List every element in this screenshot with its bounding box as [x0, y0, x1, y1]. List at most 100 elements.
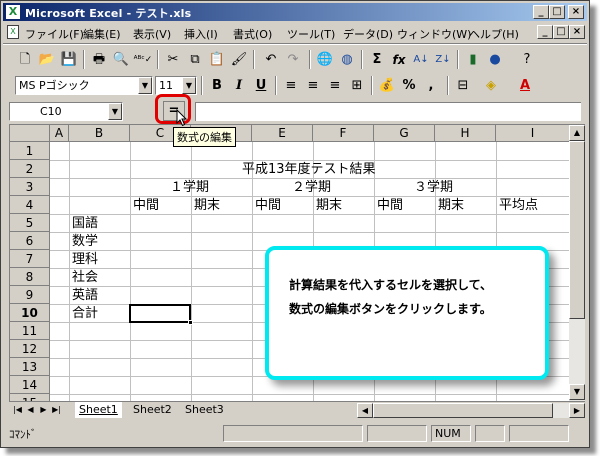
- font-name-combo[interactable]: MS Pゴシック ▼: [15, 76, 153, 95]
- vertical-scrollbar[interactable]: ▲ ▼: [569, 124, 585, 401]
- doc-close-button[interactable]: ×: [569, 25, 585, 39]
- name-box[interactable]: C10 ▼: [9, 102, 123, 121]
- doc-minimize-button[interactable]: _: [537, 25, 553, 39]
- prev-sheet-icon[interactable]: ◀: [24, 403, 37, 417]
- chevron-down-icon[interactable]: ▼: [182, 77, 196, 94]
- term2-header-cell[interactable]: ２学期: [292, 179, 331, 197]
- column-header-a[interactable]: A: [50, 125, 69, 142]
- chevron-down-icon[interactable]: ▼: [138, 77, 152, 94]
- menu-window[interactable]: ウィンドウ(W): [397, 26, 471, 42]
- help-icon[interactable]: ?: [517, 50, 537, 70]
- term3-header-cell[interactable]: ３学期: [414, 179, 453, 197]
- mid3-cell[interactable]: 中間: [377, 197, 403, 215]
- function-icon[interactable]: fx: [389, 50, 409, 70]
- percent-button[interactable]: %: [399, 76, 419, 96]
- horizontal-scrollbar[interactable]: ◀ ▶: [357, 403, 585, 418]
- fin3-cell[interactable]: 期末: [438, 197, 464, 215]
- menu-data[interactable]: データ(D): [343, 26, 393, 42]
- minimize-button[interactable]: _: [533, 5, 549, 19]
- row-header-14[interactable]: 14: [10, 376, 50, 394]
- fill-color-icon[interactable]: ◈: [481, 76, 501, 96]
- copy-icon[interactable]: ⧉: [185, 50, 205, 70]
- column-header-h[interactable]: H: [435, 125, 496, 142]
- underline-button[interactable]: U: [251, 76, 271, 96]
- web-icon[interactable]: ◍: [337, 50, 357, 70]
- italic-button[interactable]: I: [229, 76, 249, 96]
- formula-input[interactable]: [195, 102, 581, 121]
- average-header-cell[interactable]: 平均点: [499, 197, 538, 215]
- autosum-icon[interactable]: Σ: [367, 50, 387, 70]
- cut-icon[interactable]: ✂: [163, 50, 183, 70]
- row-header-15[interactable]: 15: [10, 394, 50, 401]
- sheet-title-cell[interactable]: 平成13年度テスト結果: [242, 161, 376, 179]
- spelling-icon[interactable]: ᴬᴮᶜ✓: [133, 50, 153, 70]
- column-header-f[interactable]: F: [313, 125, 374, 142]
- column-header-b[interactable]: B: [69, 125, 130, 142]
- subject-cell[interactable]: 社会: [72, 269, 98, 287]
- first-sheet-icon[interactable]: |◀: [11, 403, 24, 417]
- row-header-9[interactable]: 9: [10, 286, 50, 304]
- next-sheet-icon[interactable]: ▶: [37, 403, 50, 417]
- new-icon[interactable]: 🗋: [15, 50, 35, 70]
- doc-restore-button[interactable]: □: [553, 25, 569, 39]
- chart-wizard-icon[interactable]: ▮: [463, 50, 483, 70]
- workbook-icon[interactable]: X: [7, 25, 19, 39]
- undo-icon[interactable]: ↶: [261, 50, 281, 70]
- align-center-icon[interactable]: ≡: [303, 76, 323, 96]
- hyperlink-icon[interactable]: 🌐: [315, 50, 335, 70]
- chevron-down-icon[interactable]: ▼: [108, 103, 122, 120]
- row-header-11[interactable]: 11: [10, 322, 50, 340]
- column-header-i[interactable]: I: [496, 125, 569, 142]
- font-color-icon[interactable]: A: [515, 76, 535, 96]
- column-header-g[interactable]: G: [374, 125, 435, 142]
- menu-file[interactable]: ファイル(F): [25, 26, 84, 42]
- last-sheet-icon[interactable]: ▶|: [50, 403, 63, 417]
- subject-cell[interactable]: 理科: [72, 251, 98, 269]
- title-bar[interactable]: X Microsoft Excel - テスト.xls _ □ ×: [3, 3, 587, 21]
- sort-descending-icon[interactable]: Z↓: [433, 50, 453, 70]
- tab-sheet2[interactable]: Sheet2: [129, 402, 176, 418]
- currency-icon[interactable]: 💰: [377, 76, 397, 96]
- row-header-6[interactable]: 6: [10, 232, 50, 250]
- merge-center-icon[interactable]: ⊞: [347, 76, 367, 96]
- row-header-7[interactable]: 7: [10, 250, 50, 268]
- row-header-8[interactable]: 8: [10, 268, 50, 286]
- row-header-2[interactable]: 2: [10, 160, 50, 178]
- align-right-icon[interactable]: ≡: [325, 76, 345, 96]
- sort-ascending-icon[interactable]: A↓: [411, 50, 431, 70]
- print-icon[interactable]: 🖶: [89, 50, 109, 70]
- close-button[interactable]: ×: [568, 5, 584, 19]
- menu-view[interactable]: 表示(V): [133, 26, 171, 42]
- map-icon[interactable]: ●: [485, 50, 505, 70]
- open-icon[interactable]: 📂: [37, 50, 57, 70]
- tab-sheet1[interactable]: Sheet1: [75, 402, 122, 418]
- row-header-13[interactable]: 13: [10, 358, 50, 376]
- bold-button[interactable]: B: [207, 76, 227, 96]
- comma-button[interactable]: ,: [421, 76, 441, 96]
- font-size-combo[interactable]: 11 ▼: [155, 76, 197, 95]
- subject-cell[interactable]: 数学: [72, 233, 98, 251]
- menu-edit[interactable]: 編集(E): [83, 26, 121, 42]
- scroll-right-icon[interactable]: ▶: [569, 403, 585, 418]
- row-header-10[interactable]: 10: [10, 304, 50, 322]
- borders-icon[interactable]: ⊟: [453, 76, 473, 96]
- excel-app-icon[interactable]: X: [6, 5, 20, 19]
- row-header-4[interactable]: 4: [10, 196, 50, 214]
- term1-header-cell[interactable]: １学期: [170, 179, 209, 197]
- maximize-button[interactable]: □: [549, 5, 565, 19]
- fin2-cell[interactable]: 期末: [316, 197, 342, 215]
- paste-icon[interactable]: 📋: [207, 50, 227, 70]
- align-left-icon[interactable]: ≡: [281, 76, 301, 96]
- format-painter-icon[interactable]: 🖌: [229, 50, 249, 70]
- scroll-thumb[interactable]: [373, 403, 553, 418]
- print-preview-icon[interactable]: 🔍: [111, 50, 131, 70]
- scroll-left-icon[interactable]: ◀: [357, 403, 373, 418]
- menu-insert[interactable]: 挿入(I): [184, 26, 218, 42]
- select-all-corner[interactable]: [10, 125, 50, 142]
- scroll-thumb[interactable]: [569, 141, 585, 319]
- scroll-down-icon[interactable]: ▼: [569, 384, 585, 400]
- row-header-3[interactable]: 3: [10, 178, 50, 196]
- subject-cell[interactable]: 英語: [72, 287, 98, 305]
- row-header-1[interactable]: 1: [10, 142, 50, 160]
- menu-format[interactable]: 書式(O): [233, 26, 272, 42]
